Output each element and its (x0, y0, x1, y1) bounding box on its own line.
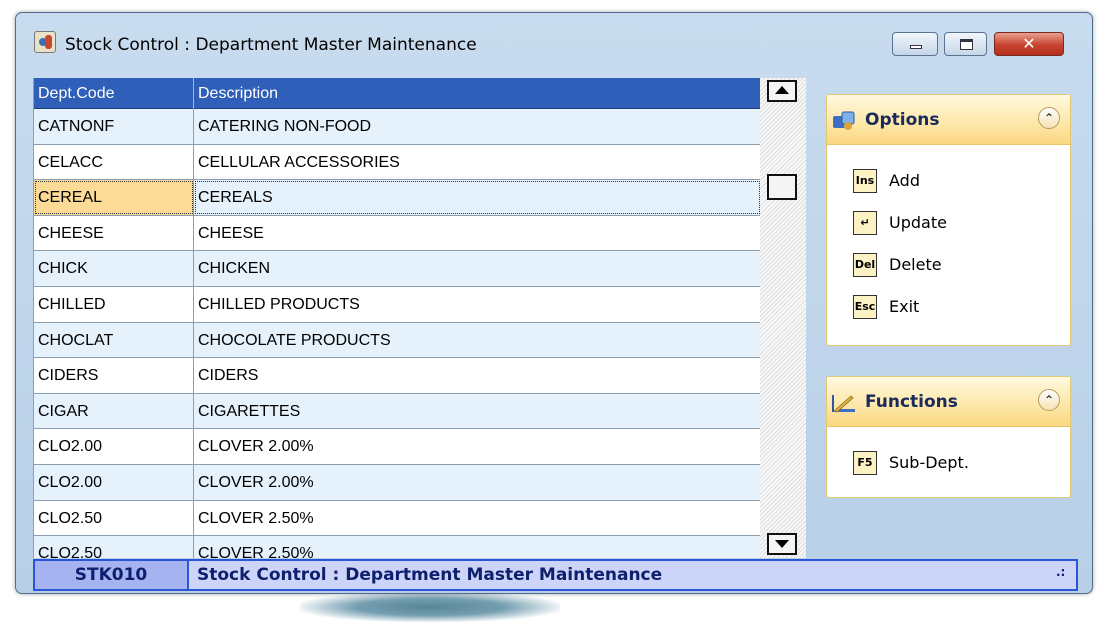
close-icon: ✕ (1022, 34, 1036, 53)
table-row[interactable]: CELACC CELLULAR ACCESSORIES (34, 144, 760, 181)
add-action[interactable]: Ins Add (853, 167, 1053, 197)
status-program-code: STK010 (35, 561, 189, 589)
delete-action-label: Delete (889, 255, 942, 274)
title-bar[interactable]: Stock Control : Department Master Mainte… (16, 13, 1092, 67)
status-title: Stock Control : Department Master Mainte… (197, 565, 663, 585)
options-panel-header[interactable]: Options ⌃ (827, 95, 1070, 145)
table-row[interactable]: CHOCLAT CHOCOLATE PRODUCTS (34, 322, 760, 359)
add-action-label: Add (889, 171, 920, 190)
description-cell[interactable]: CELLULAR ACCESSORIES (194, 144, 760, 180)
description-cell[interactable]: CATERING NON-FOOD (194, 109, 760, 144)
functions-icon (832, 395, 855, 413)
enter-key-icon: ↵ (853, 211, 877, 235)
description-cell[interactable]: CHICKEN (194, 251, 760, 286)
description-cell[interactable]: CLOVER 2.00% (194, 429, 760, 464)
dept-code-cell[interactable]: CELACC (34, 144, 194, 180)
table-row[interactable]: CLO2.00 CLOVER 2.00% (34, 429, 760, 465)
resize-grip-icon[interactable]: .: (1056, 565, 1072, 583)
vertical-scrollbar[interactable] (760, 78, 806, 558)
options-panel: Options ⌃ Ins Add ↵ Update Del Delete Es… (826, 94, 1071, 346)
department-grid[interactable]: Dept.Code Description CATNONF CATERING NO… (33, 78, 760, 558)
dept-code-cell[interactable]: CIDERS (34, 358, 194, 393)
f5-key-icon: F5 (853, 451, 877, 475)
ins-key-icon: Ins (853, 169, 877, 193)
sub-dept-action-label: Sub-Dept. (889, 453, 969, 472)
esc-key-icon: Esc (853, 295, 877, 319)
description-cell[interactable]: CLOVER 2.00% (194, 464, 760, 500)
dept-code-cell[interactable]: CLO2.00 (34, 464, 194, 500)
options-panel-title: Options (865, 110, 940, 130)
dept-code-cell[interactable]: CHEESE (34, 215, 194, 251)
dept-code-cell[interactable]: CATNONF (34, 109, 194, 144)
functions-panel-title: Functions (865, 392, 958, 412)
grid-header: Dept.Code Description (34, 78, 760, 109)
minimize-icon (910, 45, 922, 49)
window-title: Stock Control : Department Master Mainte… (65, 35, 477, 55)
app-icon[interactable] (34, 31, 56, 53)
scroll-up-button[interactable] (767, 80, 797, 102)
dept-code-cell[interactable]: CIGAR (34, 393, 194, 429)
sub-dept-action[interactable]: F5 Sub-Dept. (853, 449, 1053, 479)
dept-code-cell[interactable]: CHOCLAT (34, 322, 194, 358)
dept-code-cell[interactable]: CEREAL (34, 180, 194, 215)
column-header-dept-code[interactable]: Dept.Code (34, 78, 194, 109)
exit-action-label: Exit (889, 297, 920, 316)
app-window: Stock Control : Department Master Mainte… (15, 12, 1093, 594)
grid-body: CATNONF CATERING NON-FOOD CELACC CELLULAR A… (34, 109, 760, 558)
table-row[interactable]: CEREAL CEREALS (34, 180, 760, 216)
exit-action[interactable]: Esc Exit (853, 293, 1053, 323)
functions-panel: Functions ⌃ F5 Sub-Dept. (826, 376, 1071, 498)
update-action-label: Update (889, 213, 947, 232)
minimize-button[interactable] (892, 32, 938, 56)
status-bar: STK010 Stock Control : Department Master… (33, 559, 1078, 591)
table-row[interactable]: CHICK CHICKEN (34, 251, 760, 287)
collapse-options-button[interactable]: ⌃ (1038, 107, 1060, 129)
options-icon (833, 111, 855, 130)
description-cell[interactable]: CEREALS (194, 180, 760, 215)
description-cell[interactable]: CIGARETTES (194, 393, 760, 429)
collapse-functions-button[interactable]: ⌃ (1038, 389, 1060, 411)
dept-code-cell[interactable]: CHILLED (34, 286, 194, 322)
update-action[interactable]: ↵ Update (853, 209, 1053, 239)
description-cell[interactable]: CHILLED PRODUCTS (194, 286, 760, 322)
maximize-icon (960, 39, 973, 50)
table-row[interactable]: CHEESE CHEESE (34, 215, 760, 252)
description-cell[interactable]: CLOVER 2.50% (194, 500, 760, 536)
scroll-thumb[interactable] (767, 174, 797, 200)
table-row[interactable]: CHILLED CHILLED PRODUCTS (34, 286, 760, 323)
table-row[interactable]: CLO2.50 CLOVER 2.50% (34, 500, 760, 537)
close-button[interactable]: ✕ (994, 32, 1064, 56)
description-cell[interactable]: CHOCOLATE PRODUCTS (194, 322, 760, 358)
table-row[interactable]: CLO2.50 CLOVER 2.50% (34, 536, 760, 558)
description-cell[interactable]: CLOVER 2.50% (194, 536, 760, 558)
table-row[interactable]: CIGAR CIGARETTES (34, 393, 760, 430)
arrow-up-icon (775, 86, 789, 94)
maximize-button[interactable] (944, 32, 987, 56)
table-row[interactable]: CIDERS CIDERS (34, 358, 760, 394)
desktop-wallpaper-fragment (300, 592, 560, 622)
dept-code-cell[interactable]: CLO2.50 (34, 536, 194, 558)
table-row[interactable]: CLO2.00 CLOVER 2.00% (34, 464, 760, 501)
dept-code-cell[interactable]: CHICK (34, 251, 194, 286)
dept-code-cell[interactable]: CLO2.00 (34, 429, 194, 464)
delete-action[interactable]: Del Delete (853, 251, 1053, 281)
description-cell[interactable]: CIDERS (194, 358, 760, 393)
del-key-icon: Del (853, 253, 877, 277)
table-row[interactable]: CATNONF CATERING NON-FOOD (34, 109, 760, 145)
functions-panel-header[interactable]: Functions ⌃ (827, 377, 1070, 427)
description-cell[interactable]: CHEESE (194, 215, 760, 251)
dept-code-cell[interactable]: CLO2.50 (34, 500, 194, 536)
arrow-down-icon (775, 540, 789, 548)
column-header-description[interactable]: Description (194, 78, 760, 109)
scroll-down-button[interactable] (767, 533, 797, 555)
